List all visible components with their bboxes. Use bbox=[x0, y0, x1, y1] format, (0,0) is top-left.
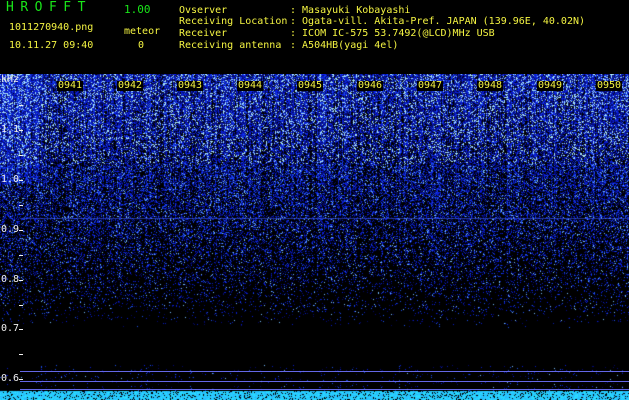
location-key: Receiving Location bbox=[179, 16, 288, 27]
time-tick-label: 0949 bbox=[537, 80, 564, 91]
freq-tick-label: 0.9 bbox=[1, 224, 20, 235]
freq-major-tick bbox=[19, 180, 23, 181]
time-tick-label: 0946 bbox=[357, 80, 384, 91]
receiver-key: Receiver bbox=[179, 28, 228, 39]
freq-tick-label: 0.8 bbox=[1, 274, 20, 285]
reference-line bbox=[20, 371, 629, 372]
observer-key: Ovserver bbox=[179, 5, 228, 16]
freq-tick-label: 0.6 bbox=[1, 373, 20, 384]
datetime: 10.11.27 09:40 bbox=[9, 40, 94, 51]
time-tick-label: 0942 bbox=[117, 80, 144, 91]
time-tick-label: 0945 bbox=[297, 80, 324, 91]
freq-minor-tick bbox=[19, 354, 23, 355]
freq-major-tick bbox=[19, 329, 23, 330]
freq-unit-label: kHz bbox=[1, 74, 20, 85]
time-tick-label: 0944 bbox=[237, 80, 264, 91]
meteor-count: 0 bbox=[138, 40, 145, 51]
freq-major-tick bbox=[19, 130, 23, 131]
location-value: : Ogata-vill. Akita-Pref. JAPAN (139.96E… bbox=[290, 16, 586, 27]
header-panel: HROFFT 1.00 1011270940.png meteor 10.11.… bbox=[0, 0, 629, 74]
antenna-key: Receiving antenna bbox=[179, 40, 282, 51]
freq-minor-tick bbox=[19, 105, 23, 106]
time-tick-label: 0950 bbox=[596, 80, 623, 91]
reference-line bbox=[20, 381, 629, 382]
antenna-value: : A504HB(yagi 4el) bbox=[290, 40, 399, 51]
freq-tick-label: 1.1 bbox=[1, 124, 20, 135]
time-tick-label: 0943 bbox=[177, 80, 204, 91]
freq-tick-label: 0.7 bbox=[1, 323, 20, 334]
receiver-value: : ICOM IC-575 53.7492(@LCD)MHz USB bbox=[290, 28, 495, 39]
freq-minor-tick bbox=[19, 305, 23, 306]
app-version: 1.00 bbox=[124, 3, 151, 16]
freq-minor-tick bbox=[19, 205, 23, 206]
reference-line bbox=[20, 389, 629, 390]
time-tick-label: 0941 bbox=[57, 80, 84, 91]
freq-minor-tick bbox=[19, 155, 23, 156]
freq-major-tick bbox=[19, 280, 23, 281]
freq-major-tick bbox=[19, 230, 23, 231]
freq-minor-tick bbox=[19, 255, 23, 256]
app-logo: HROFFT bbox=[6, 0, 92, 15]
meteor-label: meteor bbox=[124, 26, 161, 37]
time-tick-label: 0948 bbox=[477, 80, 504, 91]
time-tick-label: 0947 bbox=[417, 80, 444, 91]
file-name: 1011270940.png bbox=[9, 22, 94, 33]
observer-value: : Masayuki Kobayashi bbox=[290, 5, 411, 16]
freq-major-tick bbox=[19, 379, 23, 380]
freq-tick-label: 1.0 bbox=[1, 174, 20, 185]
spectrogram-canvas bbox=[0, 74, 629, 400]
